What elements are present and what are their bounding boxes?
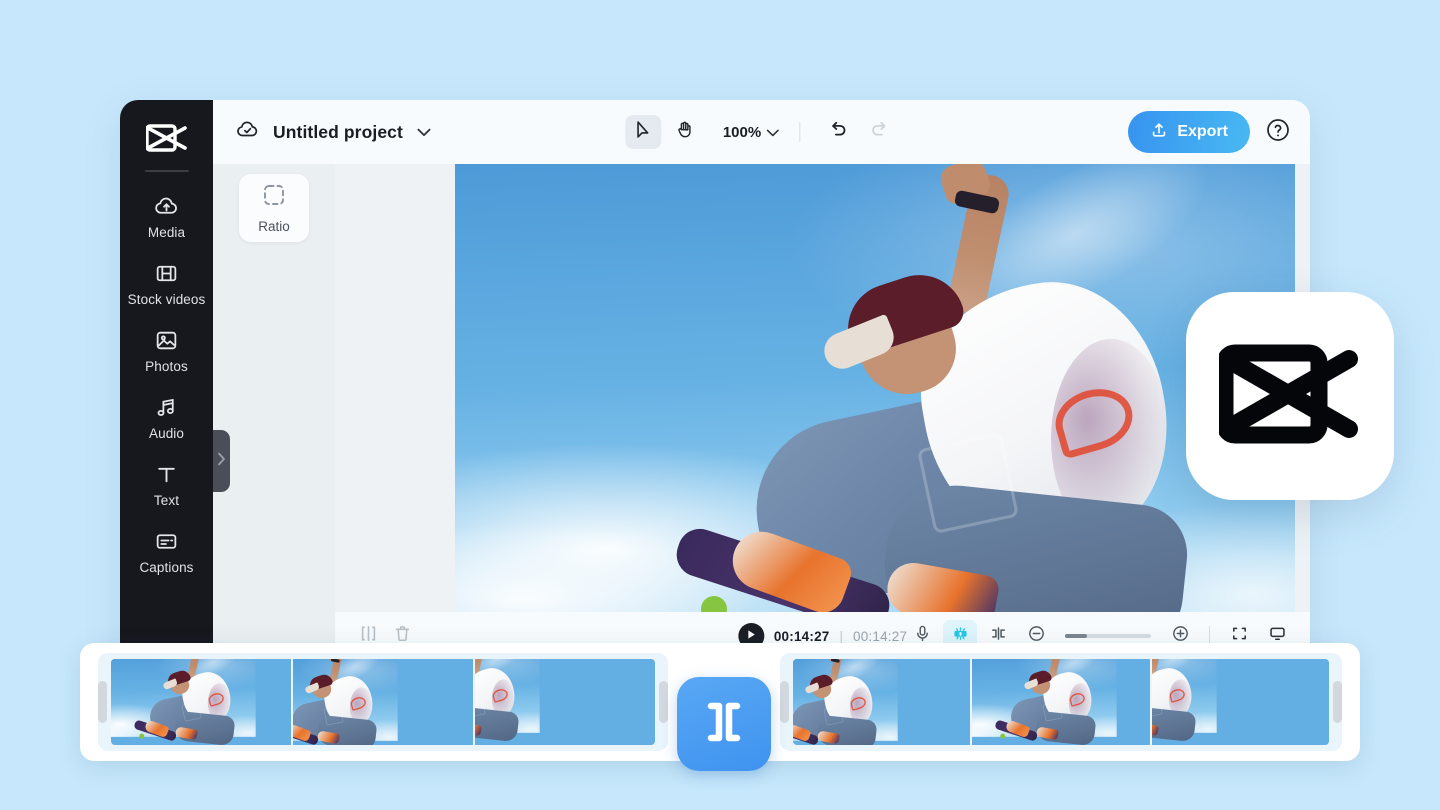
timeline-panel bbox=[80, 643, 1360, 771]
project-title-group: Untitled project bbox=[235, 117, 433, 148]
sidebar-item-label: Text bbox=[153, 493, 180, 508]
canvas-tools-group: 100% bbox=[624, 115, 898, 149]
film-strip-icon bbox=[154, 260, 180, 286]
export-button[interactable]: Export bbox=[1128, 111, 1250, 153]
undo-button[interactable] bbox=[820, 115, 856, 149]
transition-button[interactable] bbox=[677, 677, 771, 771]
chevron-right-icon bbox=[217, 452, 226, 471]
captions-icon bbox=[154, 528, 180, 554]
hand-tool-button[interactable] bbox=[667, 115, 703, 149]
sidebar-item-label: Captions bbox=[139, 560, 194, 575]
sidebar-item-captions[interactable]: Captions bbox=[120, 517, 213, 584]
left-sidebar: Media Stock videos Photos Audio Text Cap… bbox=[120, 100, 213, 660]
sidebar-item-text[interactable]: Text bbox=[120, 450, 213, 517]
image-icon bbox=[154, 327, 180, 353]
undo-arrow-icon bbox=[828, 119, 849, 145]
clip-thumbnail bbox=[293, 659, 473, 745]
clip-right-trim-handle-end[interactable] bbox=[1333, 681, 1342, 723]
clip-left-trim-handle-end[interactable] bbox=[659, 681, 668, 723]
cloud-upload-icon bbox=[154, 193, 180, 219]
zoom-level-value: 100% bbox=[722, 123, 762, 141]
preview-area bbox=[335, 164, 1310, 660]
sidebar-divider bbox=[144, 170, 189, 172]
transition-brackets-icon bbox=[698, 696, 750, 753]
redo-button[interactable] bbox=[862, 115, 898, 149]
sidebar-item-audio[interactable]: Audio bbox=[120, 383, 213, 450]
hand-icon bbox=[675, 120, 694, 144]
page-root: Media Stock videos Photos Audio Text Cap… bbox=[0, 0, 1440, 810]
properties-panel: Ratio bbox=[213, 164, 335, 660]
upload-icon bbox=[1150, 121, 1168, 144]
sidebar-item-stock-videos[interactable]: Stock videos bbox=[120, 249, 213, 316]
clip-left-trim-handle[interactable] bbox=[98, 681, 107, 723]
sidebar-item-media[interactable]: Media bbox=[120, 182, 213, 249]
text-t-icon bbox=[154, 461, 180, 487]
timeline-clip-left[interactable] bbox=[98, 653, 668, 751]
top-toolbar: Untitled project 100% Export bbox=[213, 100, 1310, 164]
timeline-zoom-slider[interactable] bbox=[1065, 634, 1151, 638]
help-button[interactable] bbox=[1264, 118, 1292, 146]
clip-thumbnail bbox=[475, 659, 655, 745]
current-time: 00:14:27 bbox=[773, 628, 830, 644]
question-circle-icon bbox=[1265, 117, 1291, 148]
timeline-clip-right[interactable] bbox=[780, 653, 1342, 751]
capcut-editor-window: Media Stock videos Photos Audio Text Cap… bbox=[120, 100, 1310, 660]
cloud-check-icon bbox=[235, 117, 261, 148]
page-title: Untitled project bbox=[273, 121, 403, 142]
preview-skateboarder-subject bbox=[455, 164, 1295, 612]
clip-thumbnail bbox=[793, 659, 971, 745]
sidebar-item-label: Stock videos bbox=[127, 292, 206, 307]
ratio-button-label: Ratio bbox=[258, 219, 290, 234]
clip-thumbnail bbox=[972, 659, 1150, 745]
sidebar-item-label: Photos bbox=[145, 359, 188, 374]
sidebar-item-photos[interactable]: Photos bbox=[120, 316, 213, 383]
topbar-actions: Export bbox=[1128, 111, 1292, 153]
video-preview-canvas[interactable] bbox=[455, 164, 1295, 612]
export-button-label: Export bbox=[1177, 123, 1228, 140]
time-separator: | bbox=[839, 628, 843, 644]
zoom-level-select[interactable]: 100% bbox=[723, 124, 779, 141]
sidebar-collapse-toggle[interactable] bbox=[213, 430, 230, 492]
clip-left-frames bbox=[111, 659, 655, 745]
ratio-button[interactable]: Ratio bbox=[239, 174, 309, 242]
sidebar-item-label: Media bbox=[147, 225, 186, 240]
music-note-icon bbox=[154, 394, 180, 420]
capcut-logo-icon bbox=[1216, 335, 1361, 458]
sidebar-item-label: Audio bbox=[148, 426, 185, 441]
clip-right-frames bbox=[793, 659, 1329, 745]
capcut-logo-icon bbox=[143, 118, 191, 158]
chevron-down-icon[interactable] bbox=[415, 123, 433, 141]
cursor-arrow-icon bbox=[633, 120, 652, 144]
clip-right-trim-handle[interactable] bbox=[780, 681, 789, 723]
clip-thumbnail bbox=[1151, 659, 1329, 745]
chevron-down-icon bbox=[766, 124, 779, 141]
clip-thumbnail bbox=[111, 659, 291, 745]
redo-arrow-icon bbox=[870, 119, 891, 145]
dashed-square-icon bbox=[261, 182, 287, 213]
total-time: 00:14:27 bbox=[853, 628, 908, 644]
select-tool-button[interactable] bbox=[624, 115, 661, 149]
capcut-brand-card bbox=[1186, 292, 1394, 500]
timeline-zoom-slider-fill bbox=[1065, 634, 1087, 638]
toolbar-divider bbox=[799, 122, 801, 142]
